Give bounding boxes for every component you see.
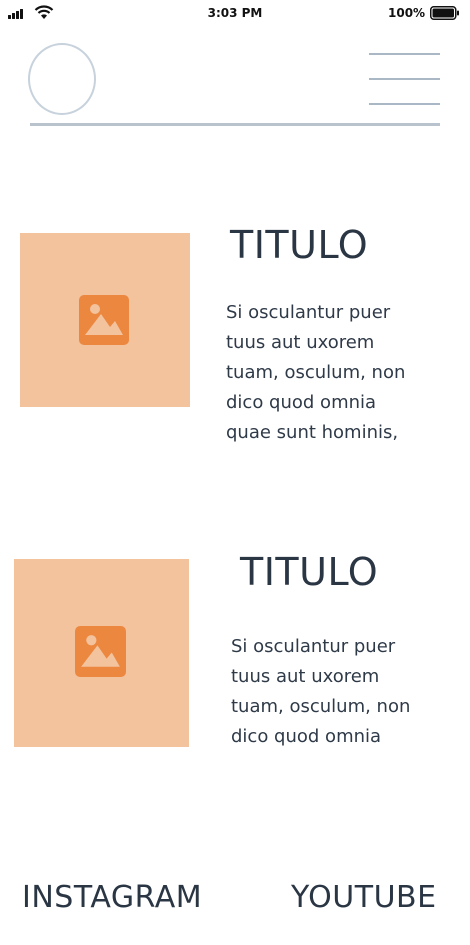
header-divider [30, 123, 440, 126]
image-placeholder-icon [75, 626, 126, 677]
card-title: TITULO [230, 223, 369, 267]
card-image-placeholder [14, 559, 189, 747]
battery-icon [430, 6, 459, 20]
logo-placeholder[interactable] [28, 43, 96, 115]
image-placeholder-icon [79, 295, 129, 345]
youtube-link[interactable]: YOUTUBE [291, 880, 437, 915]
instagram-link[interactable]: INSTAGRAM [22, 880, 202, 915]
hamburger-menu-icon[interactable] [365, 48, 445, 110]
card-description: Si osculantur puer tuus aut uxorem tuam,… [226, 302, 406, 443]
card-description: Si osculantur puer tuus aut uxorem tuam,… [231, 636, 411, 747]
card-image-placeholder [20, 233, 190, 407]
battery-percentage: 100% [388, 6, 426, 20]
card-title: TITULO [240, 550, 379, 594]
status-bar: 3:03 PM 100% [0, 0, 470, 28]
